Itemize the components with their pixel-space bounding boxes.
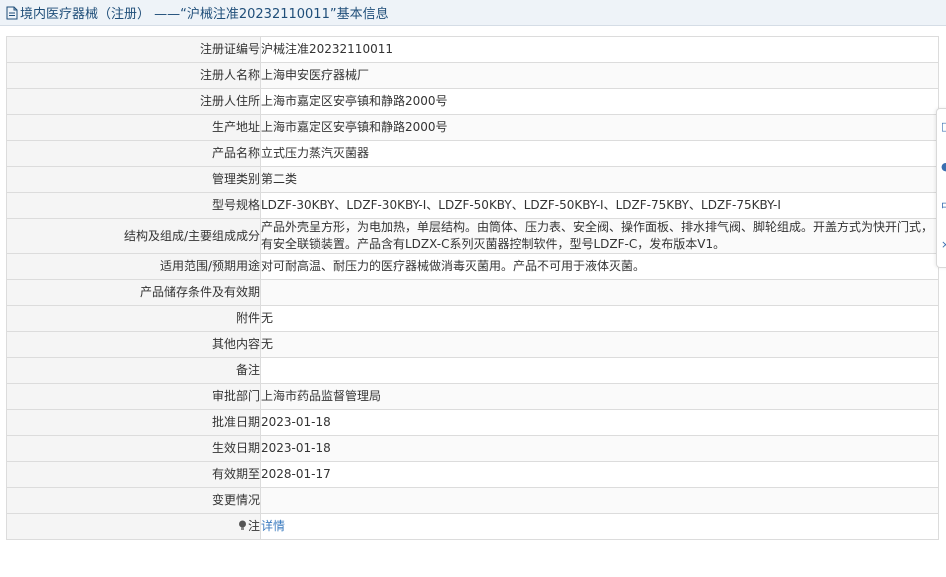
- row-value: 上海申安医疗器械厂: [260, 62, 939, 89]
- table-row: 其他内容 无: [6, 331, 939, 358]
- table-row: 注册证编号 沪械注准20232110011: [6, 36, 939, 63]
- row-label: 产品储存条件及有效期: [6, 279, 261, 306]
- document-icon: [6, 6, 18, 19]
- row-value: [260, 487, 939, 514]
- row-value: 沪械注准20232110011: [260, 36, 939, 63]
- table-row: 管理类别 第二类: [6, 166, 939, 193]
- row-label: 注册人住所: [6, 88, 261, 115]
- table-row: 批准日期 2023-01-18: [6, 409, 939, 436]
- row-label: 注册人名称: [6, 62, 261, 89]
- table-row: 适用范围/预期用途 对可耐高温、耐压力的医疗器械做消毒灭菌用。产品不可用于液体灭…: [6, 253, 939, 280]
- row-label: 生效日期: [6, 435, 261, 462]
- close-icon[interactable]: ×: [941, 239, 946, 251]
- page-title: 境内医疗器械（注册） ——“沪械注准20232110011”基本信息: [20, 7, 389, 22]
- table-row: 注 详情: [6, 513, 939, 540]
- table-row: 审批部门 上海市药品监督管理局: [6, 383, 939, 410]
- row-label: 审批部门: [6, 383, 261, 410]
- row-value: 2023-01-18: [260, 435, 939, 462]
- table-row: 生效日期 2023-01-18: [6, 435, 939, 462]
- table-row: 注册人住所 上海市嘉定区安亭镇和静路2000号: [6, 88, 939, 115]
- row-label: 结构及组成/主要组成成分: [6, 218, 261, 254]
- row-label: 其他内容: [6, 331, 261, 358]
- table-row: 结构及组成/主要组成成分 产品外壳呈方形，为电加热，单层结构。由筒体、压力表、安…: [6, 218, 939, 254]
- row-value: 对可耐高温、耐压力的医疗器械做消毒灭菌用。产品不可用于液体灭菌。: [260, 253, 939, 280]
- row-value: 2028-01-17: [260, 461, 939, 488]
- note-label-text: 注: [247, 519, 260, 533]
- info-table: 注册证编号 沪械注准20232110011 注册人名称 上海申安医疗器械厂 注册…: [6, 36, 939, 540]
- page-header: 境内医疗器械（注册） ——“沪械注准20232110011”基本信息: [0, 0, 946, 26]
- note-label: 注: [6, 513, 261, 540]
- table-row: 型号规格 LDZF-30KBY、LDZF-30KBY-I、LDZF-50KBY、…: [6, 192, 939, 219]
- table-row: 注册人名称 上海申安医疗器械厂: [6, 62, 939, 89]
- row-value: 上海市嘉定区安亭镇和静路2000号: [260, 114, 939, 141]
- row-label: 附件: [6, 305, 261, 332]
- row-value: 详情: [260, 513, 939, 540]
- row-value: 上海市药品监督管理局: [260, 383, 939, 410]
- table-row: 变更情况: [6, 487, 939, 514]
- chinese-char-icon[interactable]: 中: [941, 201, 946, 213]
- table-row: 有效期至 2028-01-17: [6, 461, 939, 488]
- table-row: 备注: [6, 357, 939, 384]
- square-icon[interactable]: □: [941, 121, 946, 133]
- row-label: 生产地址: [6, 114, 261, 141]
- row-value: 2023-01-18: [260, 409, 939, 436]
- row-label: 型号规格: [6, 192, 261, 219]
- row-label: 管理类别: [6, 166, 261, 193]
- row-value: 上海市嘉定区安亭镇和静路2000号: [260, 88, 939, 115]
- table-row: 生产地址 上海市嘉定区安亭镇和静路2000号: [6, 114, 939, 141]
- table-row: 产品名称 立式压力蒸汽灭菌器: [6, 140, 939, 167]
- row-label: 产品名称: [6, 140, 261, 167]
- dot-icon[interactable]: ●: [941, 161, 946, 173]
- row-label: 注册证编号: [6, 36, 261, 63]
- side-toolbar: □ ● 中 ×: [936, 108, 946, 268]
- row-value: LDZF-30KBY、LDZF-30KBY-I、LDZF-50KBY、LDZF-…: [260, 192, 939, 219]
- lightbulb-icon: [238, 520, 246, 530]
- table-row: 附件 无: [6, 305, 939, 332]
- table-row: 产品储存条件及有效期: [6, 279, 939, 306]
- row-label: 备注: [6, 357, 261, 384]
- details-link[interactable]: 详情: [261, 519, 285, 533]
- row-label: 适用范围/预期用途: [6, 253, 261, 280]
- row-label: 变更情况: [6, 487, 261, 514]
- row-value: 无: [260, 305, 939, 332]
- row-value: 立式压力蒸汽灭菌器: [260, 140, 939, 167]
- row-value: [260, 357, 939, 384]
- row-value: [260, 279, 939, 306]
- row-label: 有效期至: [6, 461, 261, 488]
- row-value: 产品外壳呈方形，为电加热，单层结构。由筒体、压力表、安全阀、操作面板、排水排气阀…: [260, 218, 939, 254]
- row-label: 批准日期: [6, 409, 261, 436]
- row-value: 无: [260, 331, 939, 358]
- row-value: 第二类: [260, 166, 939, 193]
